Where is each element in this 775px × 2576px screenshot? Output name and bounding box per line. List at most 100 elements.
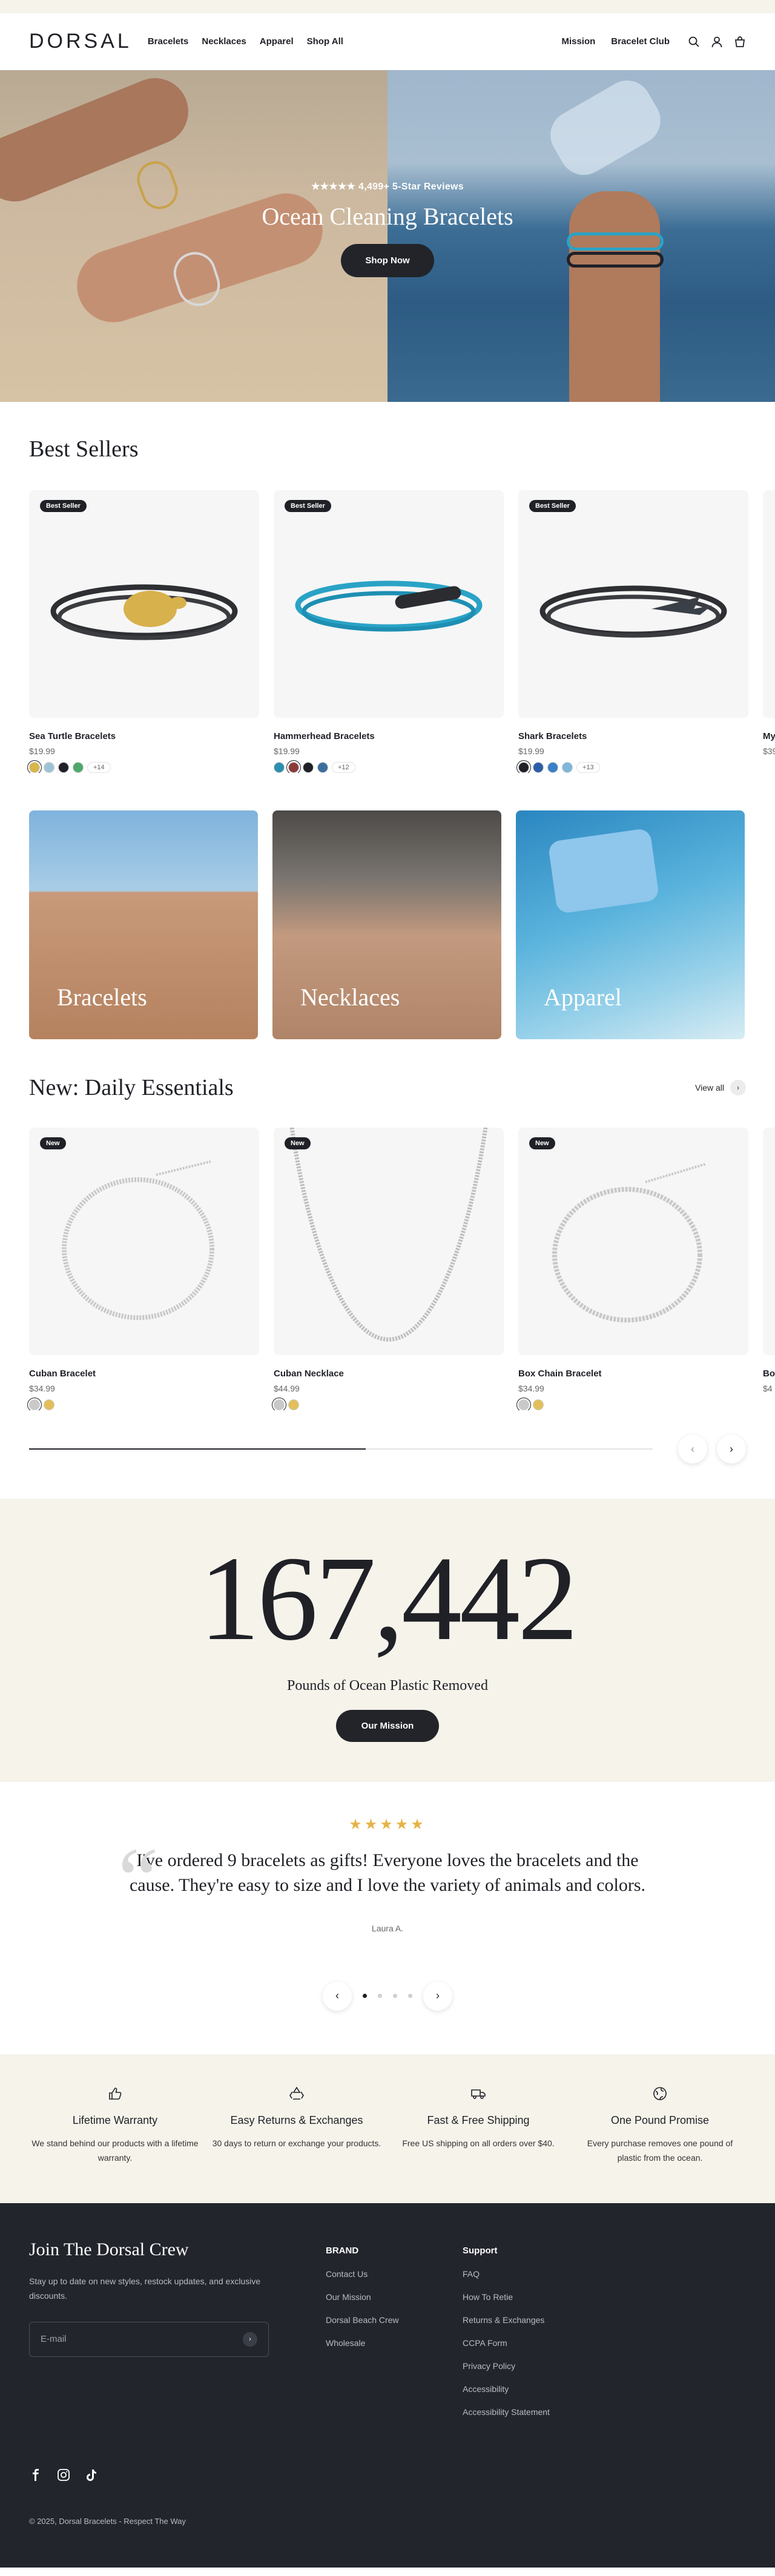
footer-link[interactable]: Wholesale <box>326 2338 463 2348</box>
footer-link[interactable]: Privacy Policy <box>463 2361 599 2371</box>
product-price: $34.99 <box>518 1384 544 1393</box>
swatch-gold[interactable] <box>533 1399 544 1410</box>
account-icon[interactable] <box>711 36 723 48</box>
nav-shop-all[interactable]: Shop All <box>307 36 343 47</box>
product-card[interactable]: Best Seller Hammerhead Bracelets $19.99 … <box>274 490 504 773</box>
email-field[interactable]: E-mail › <box>29 2321 269 2357</box>
swatch[interactable] <box>288 762 299 773</box>
product-price: $19.99 <box>29 746 55 756</box>
our-mission-button[interactable]: Our Mission <box>335 1710 440 1742</box>
swatch[interactable] <box>58 762 69 773</box>
benefit-lifetime-warranty: Lifetime Warranty We stand behind our pr… <box>24 2054 206 2203</box>
swatch-silver[interactable] <box>29 1399 40 1410</box>
submit-arrow-icon[interactable]: › <box>243 2331 257 2347</box>
view-all-link[interactable]: View all › <box>695 1080 746 1096</box>
footer-link[interactable]: Returns & Exchanges <box>463 2315 599 2325</box>
product-image[interactable] <box>763 490 775 718</box>
swatch-gold[interactable] <box>44 1399 54 1410</box>
new-badge: New <box>285 1137 311 1149</box>
swatch-gold[interactable] <box>288 1399 299 1410</box>
product-image[interactable]: New <box>29 1128 259 1355</box>
nav-bracelet-club[interactable]: Bracelet Club <box>611 36 670 47</box>
footer-link[interactable]: Accessibility <box>463 2384 599 2394</box>
swatch-silver[interactable] <box>274 1399 285 1410</box>
swatch-silver[interactable] <box>518 1399 529 1410</box>
tiktok-icon[interactable] <box>85 2468 98 2485</box>
testimonial-nav: ‹ › <box>0 1981 775 2011</box>
product-card[interactable]: New Cuban Bracelet $34.99 <box>29 1128 259 1410</box>
slide-dot[interactable] <box>408 1994 412 1999</box>
announcement-bar <box>0 0 775 13</box>
site-header: DORSAL Bracelets Necklaces Apparel Shop … <box>0 13 775 70</box>
shop-now-button[interactable]: Shop Now <box>341 244 434 277</box>
slide-dot[interactable] <box>363 1994 367 1999</box>
product-card[interactable]: New Box Chain Bracelet $34.99 <box>518 1128 748 1410</box>
product-name[interactable]: Shark Bracelets <box>518 731 748 741</box>
product-name[interactable]: Hammerhead Bracelets <box>274 731 504 741</box>
instagram-icon[interactable] <box>57 2468 70 2485</box>
footer-link[interactable]: Accessibility Statement <box>463 2407 599 2417</box>
product-image[interactable]: New <box>274 1128 504 1355</box>
facebook-icon[interactable] <box>29 2468 42 2485</box>
product-card[interactable]: Best Seller Sea Turtle Bracelets $19.99 … <box>29 490 259 773</box>
more-swatches[interactable]: +14 <box>87 762 111 773</box>
header-icons <box>688 36 746 48</box>
product-card[interactable]: Box $4 <box>763 1128 775 1410</box>
more-swatches[interactable]: +13 <box>576 762 600 773</box>
product-card[interactable]: New Cuban Necklace $44.99 <box>274 1128 504 1410</box>
swatch[interactable] <box>533 762 544 773</box>
swatch[interactable] <box>29 762 40 773</box>
product-image[interactable] <box>763 1128 775 1355</box>
carousel-progress-track[interactable] <box>29 1448 653 1450</box>
swatch[interactable] <box>317 762 328 773</box>
product-image[interactable]: Best Seller <box>518 490 748 718</box>
swatch[interactable] <box>73 762 84 773</box>
product-image[interactable]: Best Seller <box>29 490 259 718</box>
product-image[interactable]: New <box>518 1128 748 1355</box>
thumbs-up-icon <box>107 2088 123 2104</box>
product-name[interactable]: Cuban Bracelet <box>29 1368 259 1379</box>
prev-arrow-button[interactable]: ‹ <box>678 1434 707 1464</box>
product-name[interactable]: Sea Turtle Bracelets <box>29 731 259 741</box>
nav-mission[interactable]: Mission <box>561 36 595 47</box>
search-icon[interactable] <box>688 36 700 48</box>
category-tile-bracelets[interactable]: Bracelets <box>29 810 258 1039</box>
product-name[interactable]: Cuban Necklace <box>274 1368 504 1379</box>
swatch[interactable] <box>518 762 529 773</box>
nav-bracelets[interactable]: Bracelets <box>148 36 189 47</box>
footer-link[interactable]: FAQ <box>463 2269 599 2279</box>
product-card[interactable]: My $39 <box>763 490 775 773</box>
category-tile-necklaces[interactable]: Necklaces <box>272 810 501 1039</box>
footer-link[interactable]: CCPA Form <box>463 2338 599 2348</box>
swatch[interactable] <box>303 762 314 773</box>
product-name[interactable]: My <box>763 731 775 741</box>
swatch[interactable] <box>44 762 54 773</box>
more-swatches[interactable]: +12 <box>332 762 355 773</box>
slide-dot[interactable] <box>393 1994 397 1999</box>
footer-link[interactable]: Dorsal Beach Crew <box>326 2315 463 2325</box>
swatch[interactable] <box>274 762 285 773</box>
category-tile-apparel[interactable]: Apparel <box>516 810 745 1039</box>
box-chain-bracelet-image <box>552 1163 707 1322</box>
footer-link[interactable]: How To Retie <box>463 2292 599 2302</box>
product-image[interactable]: Best Seller <box>274 490 504 718</box>
swatch[interactable] <box>547 762 558 773</box>
product-name[interactable]: Box <box>763 1368 775 1379</box>
next-testimonial-button[interactable]: › <box>423 1981 452 2011</box>
prev-testimonial-button[interactable]: ‹ <box>323 1981 352 2011</box>
product-card[interactable]: Best Seller Shark Bracelets $19.99 +13 <box>518 490 748 773</box>
footer-link[interactable]: Our Mission <box>326 2292 463 2302</box>
new-badge: New <box>40 1137 66 1149</box>
testimonial-section: ★★★★★ “ I've ordered 9 bracelets as gift… <box>0 1782 775 2054</box>
cart-icon[interactable] <box>734 36 746 48</box>
slide-dot[interactable] <box>378 1994 382 1999</box>
logo[interactable]: DORSAL <box>29 30 132 53</box>
nav-necklaces[interactable]: Necklaces <box>202 36 246 47</box>
product-price: $4 <box>763 1384 773 1393</box>
nav-apparel[interactable]: Apparel <box>260 36 294 47</box>
product-name[interactable]: Box Chain Bracelet <box>518 1368 748 1379</box>
swatch[interactable] <box>562 762 573 773</box>
category-label: Apparel <box>544 984 622 1011</box>
footer-link[interactable]: Contact Us <box>326 2269 463 2279</box>
next-arrow-button[interactable]: › <box>717 1434 746 1464</box>
